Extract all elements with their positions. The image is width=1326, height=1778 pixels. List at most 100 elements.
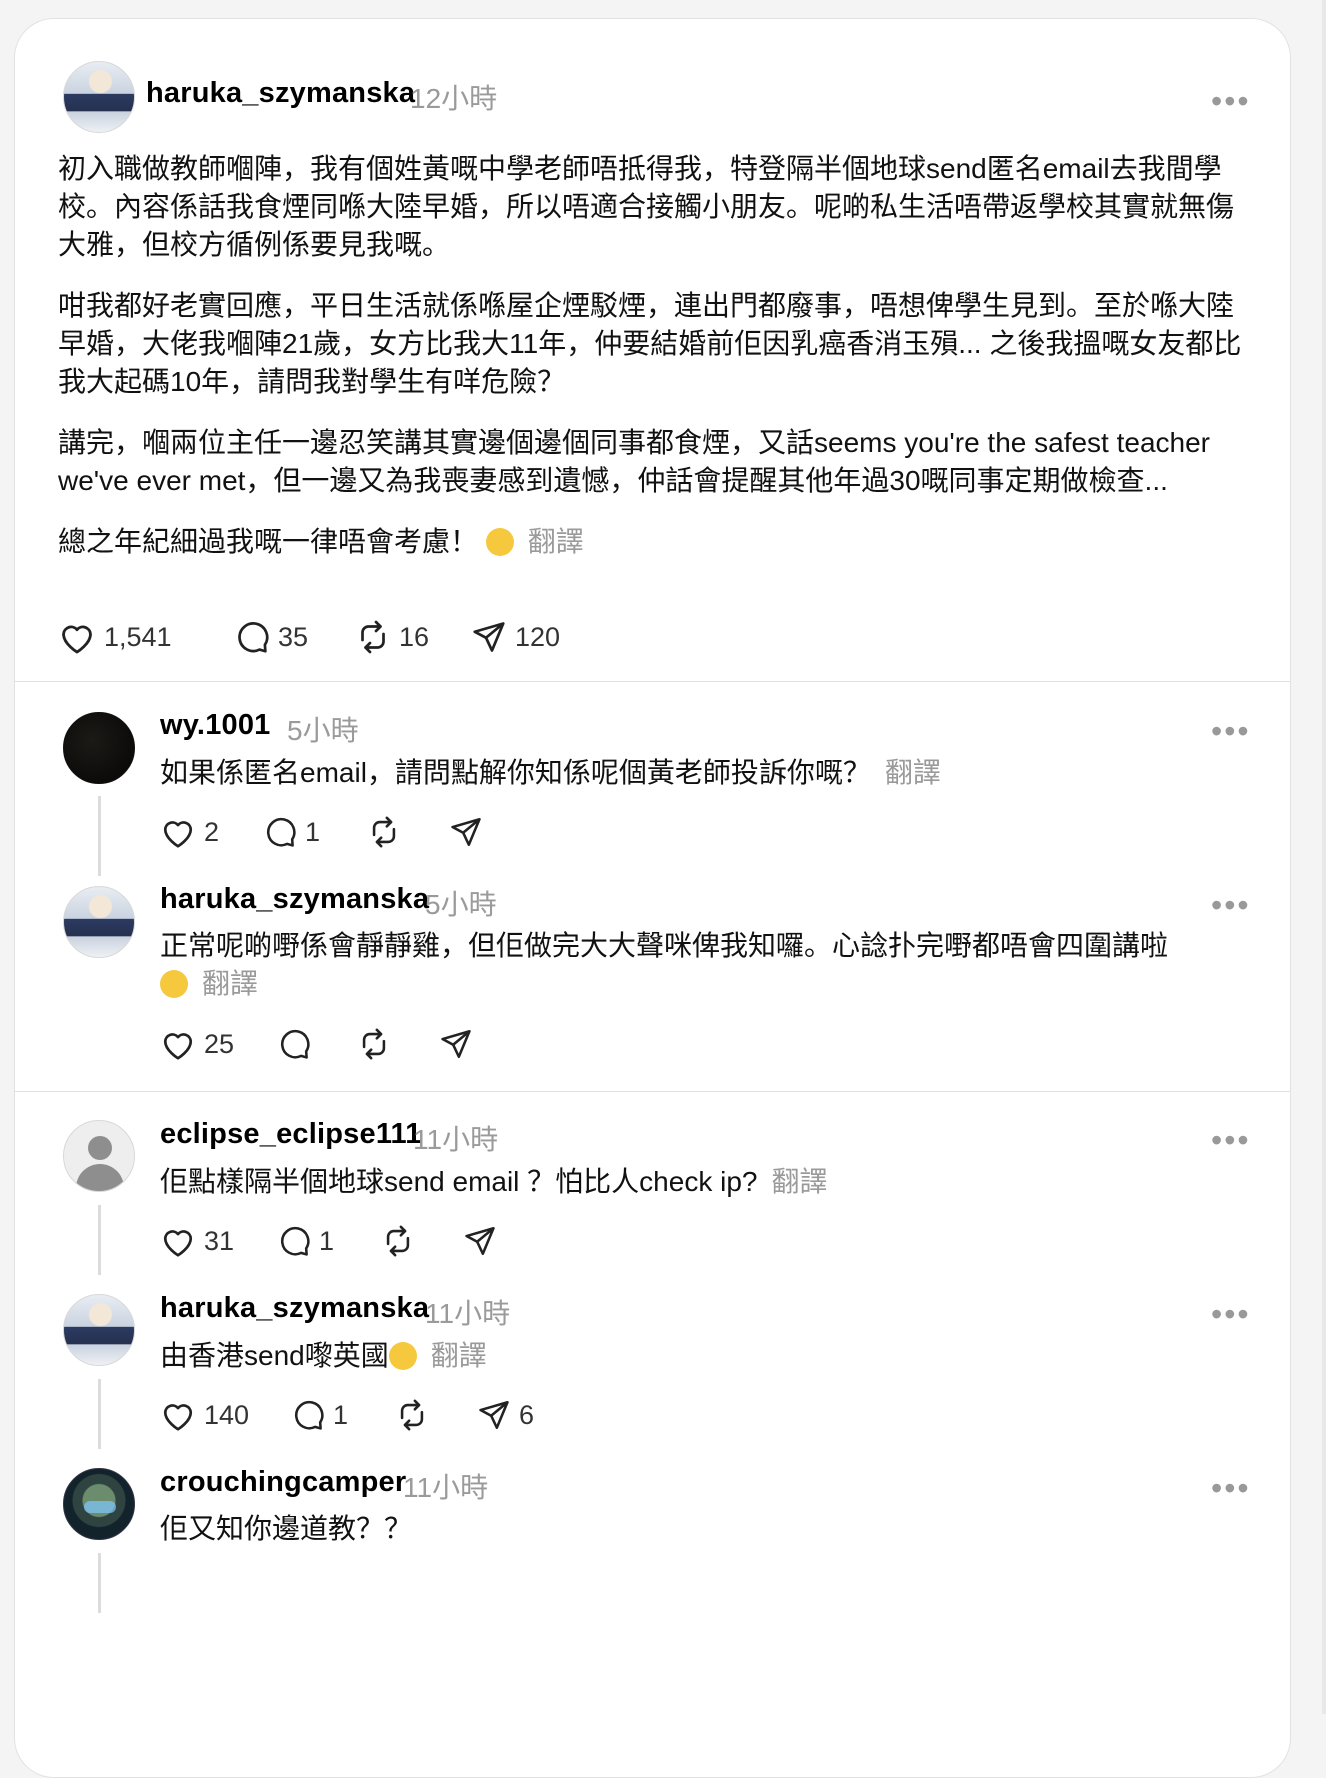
reply-text: 正常呢啲嘢係會靜靜雞，但佢做完大大聲咪俾我知囉。心諗扑完嘢都唔會四圍講啦 [160, 930, 1169, 961]
heart-icon [163, 1033, 193, 1060]
translate-link[interactable]: 翻譯 [885, 757, 941, 788]
reply-time[interactable]: 11小時 [425, 1292, 510, 1332]
avatar[interactable] [63, 1120, 135, 1192]
comment-icon [294, 1400, 324, 1430]
like-button[interactable]: 25 [160, 1027, 277, 1061]
reply-time[interactable]: 5小時 [425, 883, 497, 923]
reply-actions: 31 1 [160, 1224, 497, 1258]
comment-button[interactable]: 35 [234, 619, 355, 655]
like-count: 140 [204, 1399, 250, 1430]
share-icon [479, 1400, 509, 1430]
avatar[interactable] [63, 61, 135, 133]
rofl-emoji-icon [160, 970, 188, 998]
post-paragraph-text: 總之年紀細過我嘅一律唔會考慮！ [58, 526, 479, 557]
share-button[interactable] [449, 815, 483, 849]
translate-link[interactable]: 翻譯 [528, 526, 584, 557]
repost-button[interactable] [357, 1027, 439, 1061]
comment-count: 35 [278, 621, 309, 652]
comment-icon [266, 817, 296, 847]
reply-username[interactable]: crouchingcamper [160, 1466, 406, 1499]
avatar[interactable] [63, 1294, 135, 1366]
thread-line [98, 1553, 101, 1613]
steam-face-emoji-icon [485, 528, 514, 556]
repost-icon [386, 1225, 410, 1257]
share-count: 6 [519, 1399, 535, 1430]
like-count: 25 [204, 1028, 235, 1059]
heart-icon [163, 1404, 193, 1431]
like-button[interactable]: 31 [160, 1224, 277, 1258]
repost-icon [361, 620, 385, 654]
reply-username[interactable]: eclipse_eclipse111 [160, 1118, 422, 1151]
repost-button[interactable] [367, 815, 449, 849]
repost-button[interactable] [381, 1224, 463, 1258]
heart-icon [163, 821, 193, 848]
comment-button[interactable] [277, 1027, 357, 1061]
reply-body: 佢又知你邊道教？？ [160, 1510, 1240, 1548]
reply-actions: 140 1 6 [160, 1398, 534, 1432]
reply-body: 佢點樣隔半個地球send email ？怕比人check ip? 翻譯 [160, 1163, 1240, 1201]
like-button[interactable]: 140 [160, 1398, 291, 1432]
post-time[interactable]: 12小時 [410, 77, 497, 117]
reply-text: 由香港send嚟英國 [160, 1340, 389, 1371]
post-actions: 1,541 35 16 120 [58, 619, 560, 655]
avatar[interactable] [63, 1468, 135, 1540]
comment-icon [280, 1029, 310, 1059]
more-icon[interactable]: ••• [1211, 1298, 1251, 1330]
post-paragraph: 講完，嗰兩位主任一邊忍笑講其實邊個邊個同事都食煙，又話seems you're … [58, 427, 1210, 496]
like-count: 31 [204, 1225, 235, 1256]
reply-body: 正常呢啲嘢係會靜靜雞，但佢做完大大聲咪俾我知囉。心諗扑完嘢都唔會四圍講啦翻譯 [160, 927, 1270, 1003]
share-button[interactable]: 6 [477, 1398, 534, 1432]
reply-text: 佢點樣隔半個地球send email ？怕比人check ip? [160, 1166, 758, 1197]
more-icon[interactable]: ••• [1211, 1124, 1251, 1156]
post-username[interactable]: haruka_szymanska [146, 77, 415, 110]
thread-line [98, 796, 101, 876]
scrollbar-track[interactable] [1322, 0, 1326, 1714]
comment-icon [280, 1226, 310, 1256]
comment-count: 1 [333, 1399, 349, 1430]
translate-link[interactable]: 翻譯 [202, 968, 258, 999]
reply-username[interactable]: wy.1001 [160, 709, 271, 742]
comment-count: 1 [319, 1225, 335, 1256]
share-button[interactable] [439, 1027, 473, 1061]
repost-icon [362, 1028, 386, 1060]
tears-of-joy-emoji-icon [388, 1342, 417, 1370]
like-count: 1,541 [104, 621, 172, 652]
comment-button[interactable]: 1 [277, 1224, 381, 1258]
post-paragraph-last: 總之年紀細過我嘅一律唔會考慮！ 翻譯 [58, 523, 1253, 561]
repost-button[interactable] [395, 1398, 477, 1432]
comment-count: 1 [305, 816, 321, 847]
translate-link[interactable]: 翻譯 [771, 1166, 827, 1197]
like-count: 2 [204, 816, 220, 847]
reply-actions: 25 [160, 1027, 473, 1061]
reply-time[interactable]: 11小時 [413, 1118, 498, 1158]
reply-time[interactable]: 5小時 [287, 709, 359, 749]
share-button[interactable]: 120 [471, 619, 560, 655]
repost-icon [400, 1399, 424, 1431]
avatar[interactable] [63, 712, 135, 784]
like-button[interactable]: 1,541 [58, 619, 234, 655]
share-button[interactable] [463, 1224, 497, 1258]
repost-icon [372, 816, 396, 848]
more-icon[interactable]: ••• [1211, 889, 1251, 921]
reply-body: 由香港send嚟英國 翻譯 [160, 1337, 1240, 1375]
reply-username[interactable]: haruka_szymanska [160, 1292, 429, 1325]
post-paragraph: 咁我都好老實回應，平日生活就係喺屋企煙駁煙，連出門都廢事，唔想俾學生見到。至於喺… [58, 290, 1242, 397]
repost-button[interactable]: 16 [355, 619, 471, 655]
heart-icon [62, 625, 92, 654]
divider [15, 681, 1290, 682]
avatar[interactable] [63, 886, 135, 958]
share-icon [465, 1226, 495, 1256]
comment-button[interactable]: 1 [263, 815, 367, 849]
like-button[interactable]: 2 [160, 815, 263, 849]
reply-time[interactable]: 11小時 [403, 1466, 488, 1506]
translate-link[interactable]: 翻譯 [431, 1340, 487, 1371]
comment-button[interactable]: 1 [291, 1398, 395, 1432]
more-icon[interactable]: ••• [1211, 1472, 1251, 1504]
share-count: 120 [515, 621, 561, 652]
reply-body: 如果係匿名email，請問點解你知係呢個黃老師投訴你嘅？ 翻譯 [160, 754, 1240, 792]
post-paragraph: 初入職做教師嗰陣，我有個姓黃嘅中學老師唔抵得我，特登隔半個地球send匿名ema… [58, 153, 1235, 260]
reply-username[interactable]: haruka_szymanska [160, 883, 429, 916]
heart-icon [163, 1230, 193, 1257]
more-icon[interactable]: ••• [1211, 715, 1251, 747]
more-icon[interactable]: ••• [1211, 85, 1251, 117]
